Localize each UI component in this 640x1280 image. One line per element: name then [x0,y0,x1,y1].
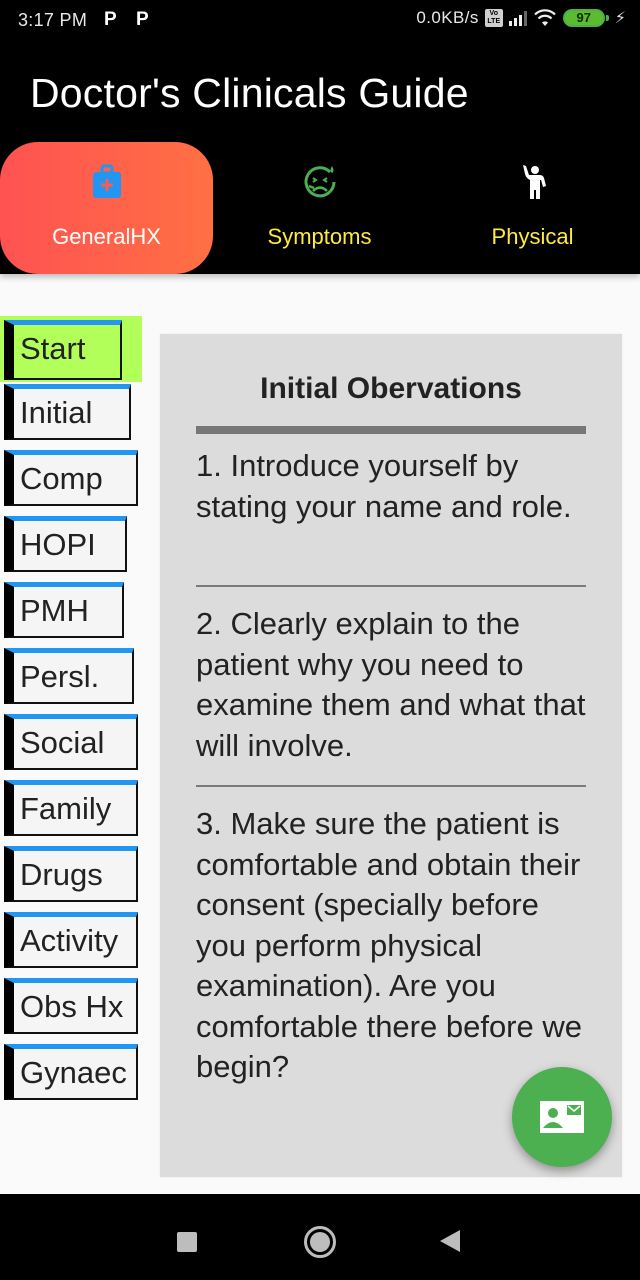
card-title: Initial Obervations [260,372,522,405]
side-nav-item-comp: Comp [0,448,142,506]
side-nav-label: Activity [20,923,119,958]
notification-p-icon: P [104,9,117,30]
side-nav-label: Comp [20,461,103,496]
side-nav-label: Obs Hx [20,989,124,1024]
back-button[interactable] [440,1230,460,1252]
title-divider [196,426,586,434]
side-nav-button[interactable]: Obs Hx [4,978,138,1034]
sick-face-icon [300,162,340,202]
side-nav: Start Initial Comp HOPI PMH Persl. Socia… [0,316,142,1108]
side-nav-item-hopi: HOPI [0,514,142,572]
side-nav-item-drugs: Drugs [0,844,142,902]
status-bar: 3:17 PM P P 0.0KB/s Vo LTE 97 ⚡ [0,0,640,42]
tab-generalhx[interactable]: GeneralHX [0,142,213,274]
wifi-icon [533,9,556,26]
side-nav-item-initial: Initial [0,382,142,440]
side-nav-item-social: Social [0,712,142,770]
tab-label: Symptoms [267,224,372,249]
side-nav-button[interactable]: Persl. [4,648,134,704]
tab-bar: GeneralHX Symptoms Physical [0,142,640,274]
charging-icon: ⚡ [614,10,626,27]
home-button[interactable] [304,1226,336,1258]
network-speed: 0.0KB/s [416,8,479,27]
side-nav-button[interactable]: HOPI [4,516,127,572]
instruction-item: 2. Clearly explain to the patient why yo… [196,606,586,763]
side-nav-label: Social [20,725,105,760]
side-nav-item-family: Family [0,778,142,836]
notification-p-icon: P [136,9,149,30]
instruction-item: 3. Make sure the patient is comfortable … [196,806,582,1084]
side-nav-item-gynaec: Gynaec [0,1042,142,1100]
side-nav-label: Start [20,331,86,366]
app-bar: Doctor's Clinicals Guide [0,42,640,142]
side-nav-button[interactable]: PMH [4,582,124,638]
tab-physical[interactable]: Physical [426,142,639,274]
person-raising-hand-icon [513,162,553,202]
content-card: Initial Obervations 1. Introduce yoursel… [160,334,622,1177]
item-divider [196,585,586,587]
status-time: 3:17 PM [18,10,88,30]
side-nav-button[interactable]: Start [4,320,122,380]
side-nav-item-obs-hx: Obs Hx [0,976,142,1034]
side-nav-button[interactable]: Gynaec [4,1044,138,1100]
volte-icon: Vo LTE [484,9,503,27]
side-nav-button[interactable]: Activity [4,912,138,968]
side-nav-label: HOPI [20,527,96,562]
contact-fab-button[interactable] [512,1067,612,1167]
side-nav-label: PMH [20,593,89,628]
signal-icon [508,10,527,26]
instruction-item: 1. Introduce yourself by stating your na… [196,448,572,524]
app-title: Doctor's Clinicals Guide [30,70,469,116]
side-nav-label: Drugs [20,857,103,892]
side-nav-button[interactable]: Comp [4,450,138,506]
medical-bag-icon [87,162,127,202]
side-nav-button[interactable]: Family [4,780,138,836]
side-nav-item-start: Start [0,316,142,382]
tab-label: GeneralHX [52,224,161,249]
side-nav-button[interactable]: Drugs [4,846,138,902]
recent-apps-button[interactable] [177,1232,197,1252]
system-nav-bar [0,1194,640,1280]
side-nav-item-persl: Persl. [0,646,142,704]
tab-label: Physical [491,224,574,249]
status-indicators: 0.0KB/s Vo LTE 97 ⚡ [416,8,626,28]
item-divider [196,785,586,787]
battery-icon: 97 [562,9,609,27]
side-nav-item-pmh: PMH [0,580,142,638]
side-nav-button[interactable]: Social [4,714,138,770]
side-nav-button[interactable]: Initial [4,384,131,440]
side-nav-label: Gynaec [20,1055,127,1090]
contact-mail-icon [540,1101,584,1133]
side-nav-item-activity: Activity [0,910,142,968]
side-nav-label: Persl. [20,659,100,694]
tab-symptoms[interactable]: Symptoms [213,142,426,274]
side-nav-label: Initial [20,395,93,430]
side-nav-label: Family [20,791,112,826]
